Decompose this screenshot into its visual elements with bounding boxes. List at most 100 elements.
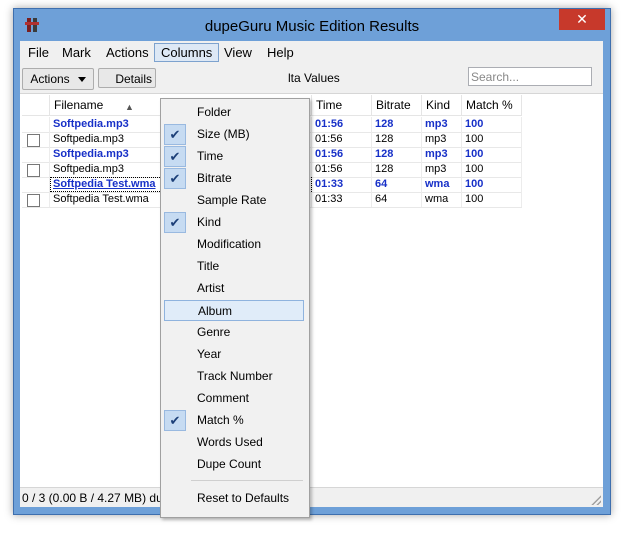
menu-actions[interactable]: Actions <box>100 44 155 61</box>
cell-check <box>22 147 50 162</box>
columns-menu-item[interactable]: Title <box>163 256 305 277</box>
columns-menu-item-label: Track Number <box>197 369 273 383</box>
cell-match: 100 <box>462 132 522 147</box>
header-match[interactable]: Match % <box>462 95 522 116</box>
cell-time: 01:33 <box>312 177 372 192</box>
columns-menu-item[interactable]: Artist <box>163 278 305 299</box>
close-button[interactable]: ✕ <box>559 9 605 30</box>
cell-check <box>22 132 50 147</box>
title-bar[interactable]: dupeGuru Music Edition Results ✕ <box>14 9 610 41</box>
cell-match: 100 <box>462 162 522 177</box>
columns-menu-item[interactable]: ✔ Time <box>163 146 305 167</box>
cell-time: 01:56 <box>312 147 372 162</box>
cell-check <box>22 177 50 192</box>
sort-arrow-icon: ▲ <box>125 102 134 112</box>
menu-view[interactable]: View <box>218 44 258 61</box>
columns-menu-item[interactable]: Modification <box>163 234 305 255</box>
columns-menu-item-label: Title <box>197 259 220 273</box>
row-checkbox[interactable] <box>27 134 40 147</box>
window-title: dupeGuru Music Edition Results <box>204 18 420 35</box>
cell-time: 01:33 <box>312 192 372 207</box>
columns-menu-item-label: Year <box>197 347 222 361</box>
menu-help[interactable]: Help <box>261 44 300 61</box>
header-kind[interactable]: Kind <box>422 95 462 116</box>
columns-menu-item-label: Artist <box>197 281 225 295</box>
details-button[interactable]: Details <box>98 68 156 88</box>
columns-menu-item[interactable]: Dupe Count <box>163 454 305 475</box>
checkmark-icon: ✔ <box>164 212 186 233</box>
columns-menu-dropdown: Folder ✔ Size (MB) ✔ Time ✔ Bitrate Sample Rate… <box>160 98 310 518</box>
cell-check <box>22 117 50 132</box>
cell-bitrate: 128 <box>372 117 422 132</box>
status-bar: 0 / 3 (0.00 B / 4.27 MB) duplicates mark… <box>20 487 603 507</box>
header-filename-label: Filename <box>54 98 104 112</box>
columns-menu-item-label: Time <box>197 149 224 163</box>
columns-menu-item-label: Album <box>198 304 233 318</box>
checkmark-icon: ✔ <box>164 410 186 431</box>
cell-kind: mp3 <box>422 132 462 147</box>
columns-menu-item-label: Modification <box>197 237 262 251</box>
menu-file[interactable]: File <box>22 44 55 61</box>
columns-menu-item-label: Kind <box>197 215 222 229</box>
columns-menu-item[interactable]: Track Number <box>163 366 305 387</box>
row-checkbox[interactable] <box>27 194 40 207</box>
columns-menu-item-label: Genre <box>197 325 231 339</box>
columns-menu-item[interactable]: Genre <box>163 322 305 343</box>
cell-bitrate: 64 <box>372 192 422 207</box>
columns-menu-item-label: Bitrate <box>197 171 232 185</box>
cell-bitrate: 64 <box>372 177 422 192</box>
cell-bitrate: 128 <box>372 147 422 162</box>
columns-menu-item[interactable]: Sample Rate <box>163 190 305 211</box>
columns-menu-item-label: Dupe Count <box>197 457 262 471</box>
columns-menu-item[interactable]: Comment <box>163 388 305 409</box>
columns-menu-item-label: Match % <box>197 413 244 427</box>
header-check-column[interactable] <box>22 95 50 116</box>
reset-to-defaults-menu-item[interactable]: Reset to Defaults <box>163 488 305 509</box>
columns-menu-item[interactable]: Year <box>163 344 305 365</box>
columns-menu-item[interactable]: ✔ Match % <box>163 410 305 431</box>
header-time[interactable]: Time <box>312 95 372 116</box>
cell-time: 01:56 <box>312 117 372 132</box>
chevron-down-icon <box>77 77 86 83</box>
delta-values-toggle[interactable]: lta Values <box>288 71 340 85</box>
cell-kind: mp3 <box>422 117 462 132</box>
cell-match: 100 <box>462 117 522 132</box>
cell-kind: wma <box>422 177 462 192</box>
columns-menu-item[interactable]: Folder <box>163 102 305 123</box>
client-area: File Mark Actions Columns View Help Acti… <box>20 41 603 518</box>
details-label: Details <box>115 72 152 86</box>
cell-bitrate: 128 <box>372 132 422 147</box>
actions-dropdown-button[interactable]: Actions <box>22 68 94 90</box>
columns-menu-item[interactable]: ✔ Bitrate <box>163 168 305 189</box>
menu-columns[interactable]: Columns <box>154 43 220 62</box>
columns-menu-item-label: Words Used <box>197 435 263 449</box>
resize-grip-icon[interactable] <box>591 495 601 505</box>
menu-separator <box>191 480 303 481</box>
row-checkbox[interactable] <box>27 164 40 177</box>
menu-bar: File Mark Actions Columns View Help <box>20 41 603 63</box>
app-window: dupeGuru Music Edition Results ✕ File Ma… <box>13 8 611 518</box>
cell-bitrate: 128 <box>372 162 422 177</box>
columns-menu-item[interactable]: Album <box>164 300 304 321</box>
columns-menu-item-label: Folder <box>197 105 232 119</box>
cell-match: 100 <box>462 177 522 192</box>
columns-menu-item-label: Comment <box>197 391 250 405</box>
search-input[interactable] <box>468 67 592 86</box>
columns-menu-item-label: Sample Rate <box>197 193 267 207</box>
checkmark-icon: ✔ <box>164 146 186 167</box>
header-bitrate[interactable]: Bitrate <box>372 95 422 116</box>
columns-menu-item[interactable]: ✔ Size (MB) <box>163 124 305 145</box>
cell-kind: wma <box>422 192 462 207</box>
cell-match: 100 <box>462 147 522 162</box>
checkmark-icon: ✔ <box>164 168 186 189</box>
columns-menu-item[interactable]: Words Used <box>163 432 305 453</box>
columns-menu-item-label: Size (MB) <box>197 127 250 141</box>
actions-label: Actions <box>30 72 70 86</box>
cell-check <box>22 162 50 177</box>
menu-mark[interactable]: Mark <box>56 44 97 61</box>
columns-menu-item[interactable]: ✔ Kind <box>163 212 305 233</box>
cell-time: 01:56 <box>312 132 372 147</box>
cell-kind: mp3 <box>422 162 462 177</box>
cell-check <box>22 192 50 207</box>
cell-time: 01:56 <box>312 162 372 177</box>
